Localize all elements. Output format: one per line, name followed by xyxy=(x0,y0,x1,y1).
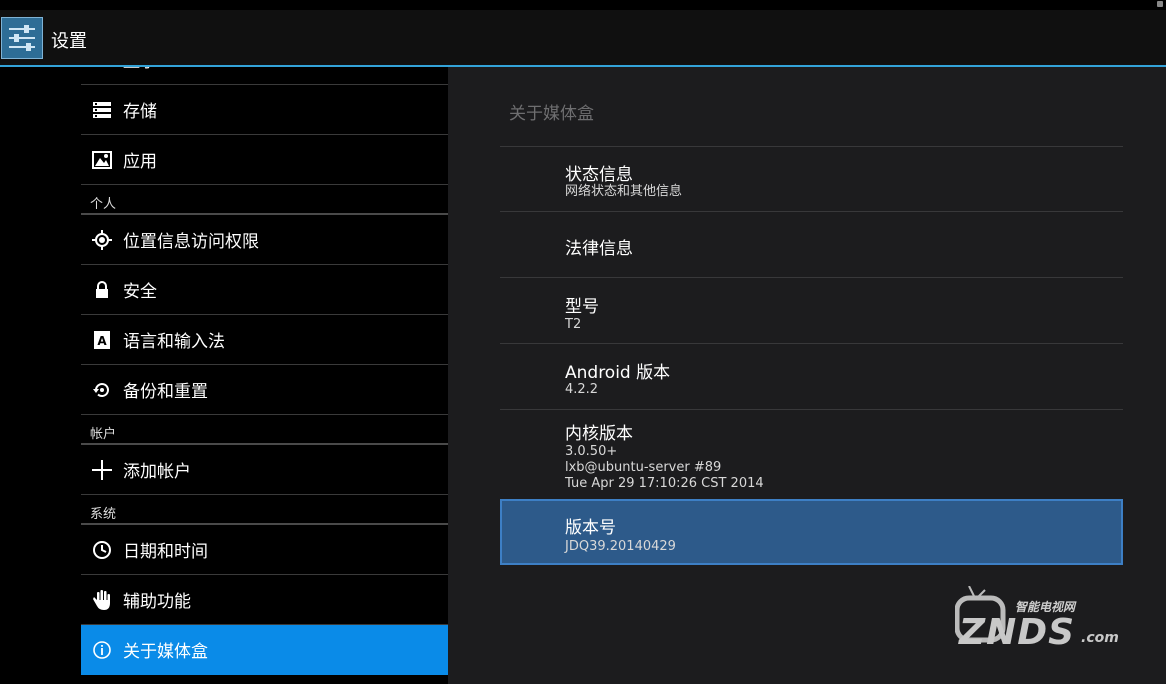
item-summary: T2 xyxy=(565,317,582,332)
add-icon xyxy=(81,459,123,481)
sidebar-item-language[interactable]: A 语言和输入法 xyxy=(81,315,448,365)
watermark-logo: 智能电视网 ZNDS .com xyxy=(954,585,1125,656)
item-title: Android 版本 xyxy=(565,363,671,383)
language-icon: A xyxy=(81,330,123,350)
sidebar-item-label: 辅助功能 xyxy=(123,592,191,612)
sidebar-item-date-time[interactable]: 日期和时间 xyxy=(81,525,448,575)
sidebar-item-label: 位置信息访问权限 xyxy=(123,232,259,252)
sidebar-item-label: 存储 xyxy=(123,102,157,122)
sidebar-item-about[interactable]: 关于媒体盒 xyxy=(81,625,448,675)
sidebar-item-backup[interactable]: 备份和重置 xyxy=(81,365,448,415)
apps-icon xyxy=(81,150,123,169)
sidebar-item-display[interactable]: 显示 xyxy=(81,67,448,85)
item-summary: 网络状态和其他信息 xyxy=(565,184,683,199)
item-summary: lxb@ubuntu-server #89 xyxy=(565,460,722,475)
section-header-personal: 个人 xyxy=(81,185,448,215)
storage-icon xyxy=(81,101,123,119)
item-title: 版本号 xyxy=(565,518,616,538)
watermark-domain: .com xyxy=(1081,630,1119,646)
settings-sidebar: 显示 存储 应用 个人 位置信息访问权限 安全 xyxy=(0,67,448,684)
hand-icon xyxy=(81,589,123,611)
sidebar-item-storage[interactable]: 存储 xyxy=(81,85,448,135)
app-title: 设置 xyxy=(51,31,87,52)
info-icon xyxy=(81,640,123,660)
sidebar-item-add-account[interactable]: 添加帐户 xyxy=(81,445,448,495)
status-bar xyxy=(0,0,1166,10)
item-title: 型号 xyxy=(565,297,599,317)
sidebar-item-label: 备份和重置 xyxy=(123,382,208,402)
sidebar-item-label: 应用 xyxy=(123,152,157,172)
status-indicator-icon xyxy=(1157,1,1163,7)
sidebar-item-accessibility[interactable]: 辅助功能 xyxy=(81,575,448,625)
settings-sliders-icon[interactable] xyxy=(1,17,43,59)
sidebar-item-security[interactable]: 安全 xyxy=(81,265,448,315)
about-item-build-number[interactable]: 版本号 JDQ39.20140429 xyxy=(500,499,1123,565)
svg-text:A: A xyxy=(97,334,107,348)
watermark-brand: ZNDS xyxy=(959,612,1076,653)
backup-icon xyxy=(81,380,123,400)
sidebar-item-label: 关于媒体盒 xyxy=(123,642,208,662)
about-item-status[interactable]: 状态信息 网络状态和其他信息 xyxy=(500,147,1123,211)
item-summary: 4.2.2 xyxy=(565,382,599,397)
about-item-kernel-version[interactable]: 内核版本 3.0.50+ lxb@ubuntu-server #89 Tue A… xyxy=(500,410,1123,500)
action-bar: 设置 xyxy=(0,10,1166,67)
sidebar-item-apps[interactable]: 应用 xyxy=(81,135,448,185)
sidebar-item-label: 语言和输入法 xyxy=(123,332,225,352)
page-title: 关于媒体盒 xyxy=(509,104,594,124)
section-header-system: 系统 xyxy=(81,495,448,525)
item-title: 法律信息 xyxy=(565,239,633,259)
display-icon xyxy=(81,67,123,69)
lock-icon xyxy=(81,280,123,299)
about-item-legal[interactable]: 法律信息 xyxy=(500,212,1123,277)
item-summary: JDQ39.20140429 xyxy=(565,539,676,554)
location-icon xyxy=(81,229,123,250)
sidebar-item-label: 安全 xyxy=(123,282,157,302)
item-title: 状态信息 xyxy=(565,165,633,185)
sidebar-item-label: 显示 xyxy=(123,67,157,72)
about-item-android-version[interactable]: Android 版本 4.2.2 xyxy=(500,344,1123,409)
section-header-accounts: 帐户 xyxy=(81,415,448,445)
item-summary: 3.0.50+ xyxy=(565,444,618,459)
sidebar-item-location[interactable]: 位置信息访问权限 xyxy=(81,215,448,265)
sidebar-item-label: 日期和时间 xyxy=(123,542,208,562)
item-title: 内核版本 xyxy=(565,424,633,444)
about-item-model[interactable]: 型号 T2 xyxy=(500,278,1123,343)
item-summary: Tue Apr 29 17:10:26 CST 2014 xyxy=(565,476,764,491)
sidebar-item-label: 添加帐户 xyxy=(123,462,191,482)
clock-icon xyxy=(81,540,123,560)
